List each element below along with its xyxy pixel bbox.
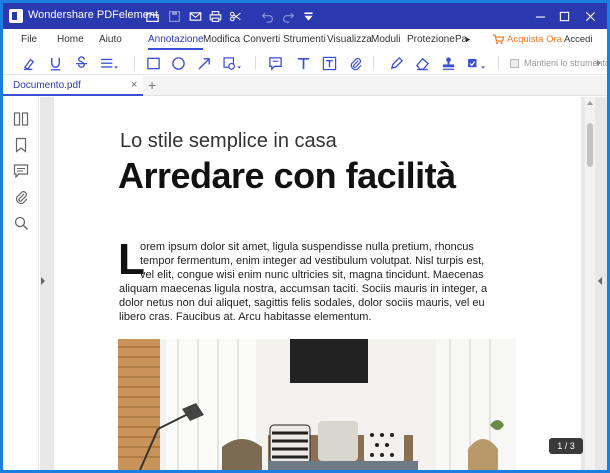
- rectangle-tool-icon[interactable]: [144, 54, 162, 72]
- open-folder-icon[interactable]: [144, 8, 160, 24]
- body-text-line: orem ipsum dolor sit amet, ligula suspen…: [140, 241, 474, 253]
- title-bar: Wondershare PDFelement: [3, 3, 607, 29]
- left-panel-toggle-icon[interactable]: [41, 277, 45, 285]
- highlight-tool-icon[interactable]: [20, 54, 38, 72]
- page-indicator: 1 / 3: [549, 438, 583, 454]
- underline-tool-icon[interactable]: [46, 54, 64, 72]
- menu-protection[interactable]: Protezione: [407, 34, 455, 45]
- active-menu-underline: [148, 48, 203, 50]
- mail-icon[interactable]: [187, 8, 203, 24]
- menu-forms[interactable]: Moduli: [371, 34, 400, 45]
- annotation-toolbar: Mantieni lo strumento selezionato: [3, 51, 607, 75]
- body-text-line: libero cras. Faucibus at. Arcu habitasse…: [119, 311, 372, 323]
- close-window-button[interactable]: [575, 3, 605, 29]
- eraser-tool-icon[interactable]: [413, 54, 431, 72]
- text-tool-icon[interactable]: [294, 54, 312, 72]
- scroll-up-icon[interactable]: [587, 101, 593, 105]
- document-tab-label: Documento.pdf: [13, 80, 81, 91]
- body-text-line: dolor netus non dui aliquet, sagittis fe…: [119, 297, 485, 309]
- toolbar-overflow-arrow-icon[interactable]: [597, 60, 601, 66]
- toolbar-divider: [373, 56, 374, 70]
- oval-tool-icon[interactable]: [169, 54, 187, 72]
- buy-now-link[interactable]: Acquista Ora: [507, 34, 562, 45]
- document-title: Arredare con facilità: [118, 155, 456, 196]
- body-text-line: tempor fermentum, enim integer ad vestib…: [140, 255, 485, 267]
- menu-view[interactable]: Visualizza: [327, 34, 372, 45]
- menu-convert[interactable]: Converti: [243, 34, 280, 45]
- toolbar-divider: [134, 56, 135, 70]
- pdf-page: Lo stile semplice in casa Arredare con f…: [54, 97, 581, 470]
- attachment-tool-icon[interactable]: [346, 54, 364, 72]
- menu-bar: File Home Aiuto Annotazione Modifica Con…: [3, 29, 607, 51]
- print-icon[interactable]: [207, 8, 223, 24]
- document-viewport[interactable]: Lo stile semplice in casa Arredare con f…: [40, 97, 607, 470]
- stamp-tool-icon[interactable]: [439, 54, 457, 72]
- new-tab-button[interactable]: +: [148, 77, 156, 93]
- undo-icon[interactable]: [259, 8, 275, 24]
- comments-icon[interactable]: [13, 163, 29, 179]
- text-lines-dropdown-icon[interactable]: [98, 54, 120, 72]
- close-tab-icon[interactable]: ×: [131, 79, 137, 91]
- arrow-tool-icon[interactable]: [195, 54, 213, 72]
- strikethrough-tool-icon[interactable]: [72, 54, 90, 72]
- menu-home[interactable]: Home: [57, 34, 84, 45]
- scissors-icon[interactable]: [227, 8, 243, 24]
- signature-dropdown-icon[interactable]: [465, 54, 487, 72]
- search-icon[interactable]: [13, 215, 29, 231]
- menu-help[interactable]: Aiuto: [99, 34, 122, 45]
- attachments-icon[interactable]: [13, 189, 29, 205]
- text-box-tool-icon[interactable]: [320, 54, 338, 72]
- pencil-tool-icon[interactable]: [387, 54, 405, 72]
- menu-tools[interactable]: Strumenti: [283, 34, 326, 45]
- sticky-note-tool-icon[interactable]: [266, 54, 284, 72]
- right-panel-toggle-icon[interactable]: [598, 277, 602, 285]
- keep-tool-selected-checkbox[interactable]: [510, 59, 519, 68]
- cart-icon: [493, 34, 504, 44]
- menu-file[interactable]: File: [21, 34, 37, 45]
- document-tab[interactable]: Documento.pdf ×: [3, 76, 143, 96]
- document-subtitle: Lo stile semplice in casa: [120, 130, 337, 152]
- bookmark-icon[interactable]: [13, 137, 29, 153]
- quick-access-dropdown-icon[interactable]: [300, 8, 316, 24]
- menu-more-arrow[interactable]: ▸: [466, 34, 471, 45]
- app-window: Wondershare PDFelement File Home Aiuto A…: [3, 3, 607, 470]
- save-icon[interactable]: [166, 8, 182, 24]
- document-tab-bar: Documento.pdf × +: [3, 76, 607, 96]
- toolbar-divider: [498, 56, 499, 70]
- scrollbar-thumb[interactable]: [587, 123, 593, 167]
- body-text-line: aliquam maecenas ligula nostra, accumsan…: [119, 283, 488, 295]
- body-text-line: vel elit, congue wisi enim nunc ultricie…: [140, 269, 484, 281]
- shapes-dropdown-icon[interactable]: [221, 54, 243, 72]
- app-title: Wondershare PDFelement: [28, 9, 159, 21]
- app-logo-icon: [9, 9, 23, 23]
- thumbnails-icon[interactable]: [13, 111, 29, 127]
- interior-photo: [118, 339, 516, 470]
- redo-icon[interactable]: [280, 8, 296, 24]
- menu-annotation[interactable]: Annotazione: [148, 34, 204, 45]
- keep-tool-selected-label: Mantieni lo strumento selezionato: [524, 58, 607, 68]
- login-link[interactable]: Accedi: [564, 34, 593, 45]
- toolbar-divider: [255, 56, 256, 70]
- menu-edit[interactable]: Modifica: [203, 34, 240, 45]
- left-sidebar: [3, 97, 39, 470]
